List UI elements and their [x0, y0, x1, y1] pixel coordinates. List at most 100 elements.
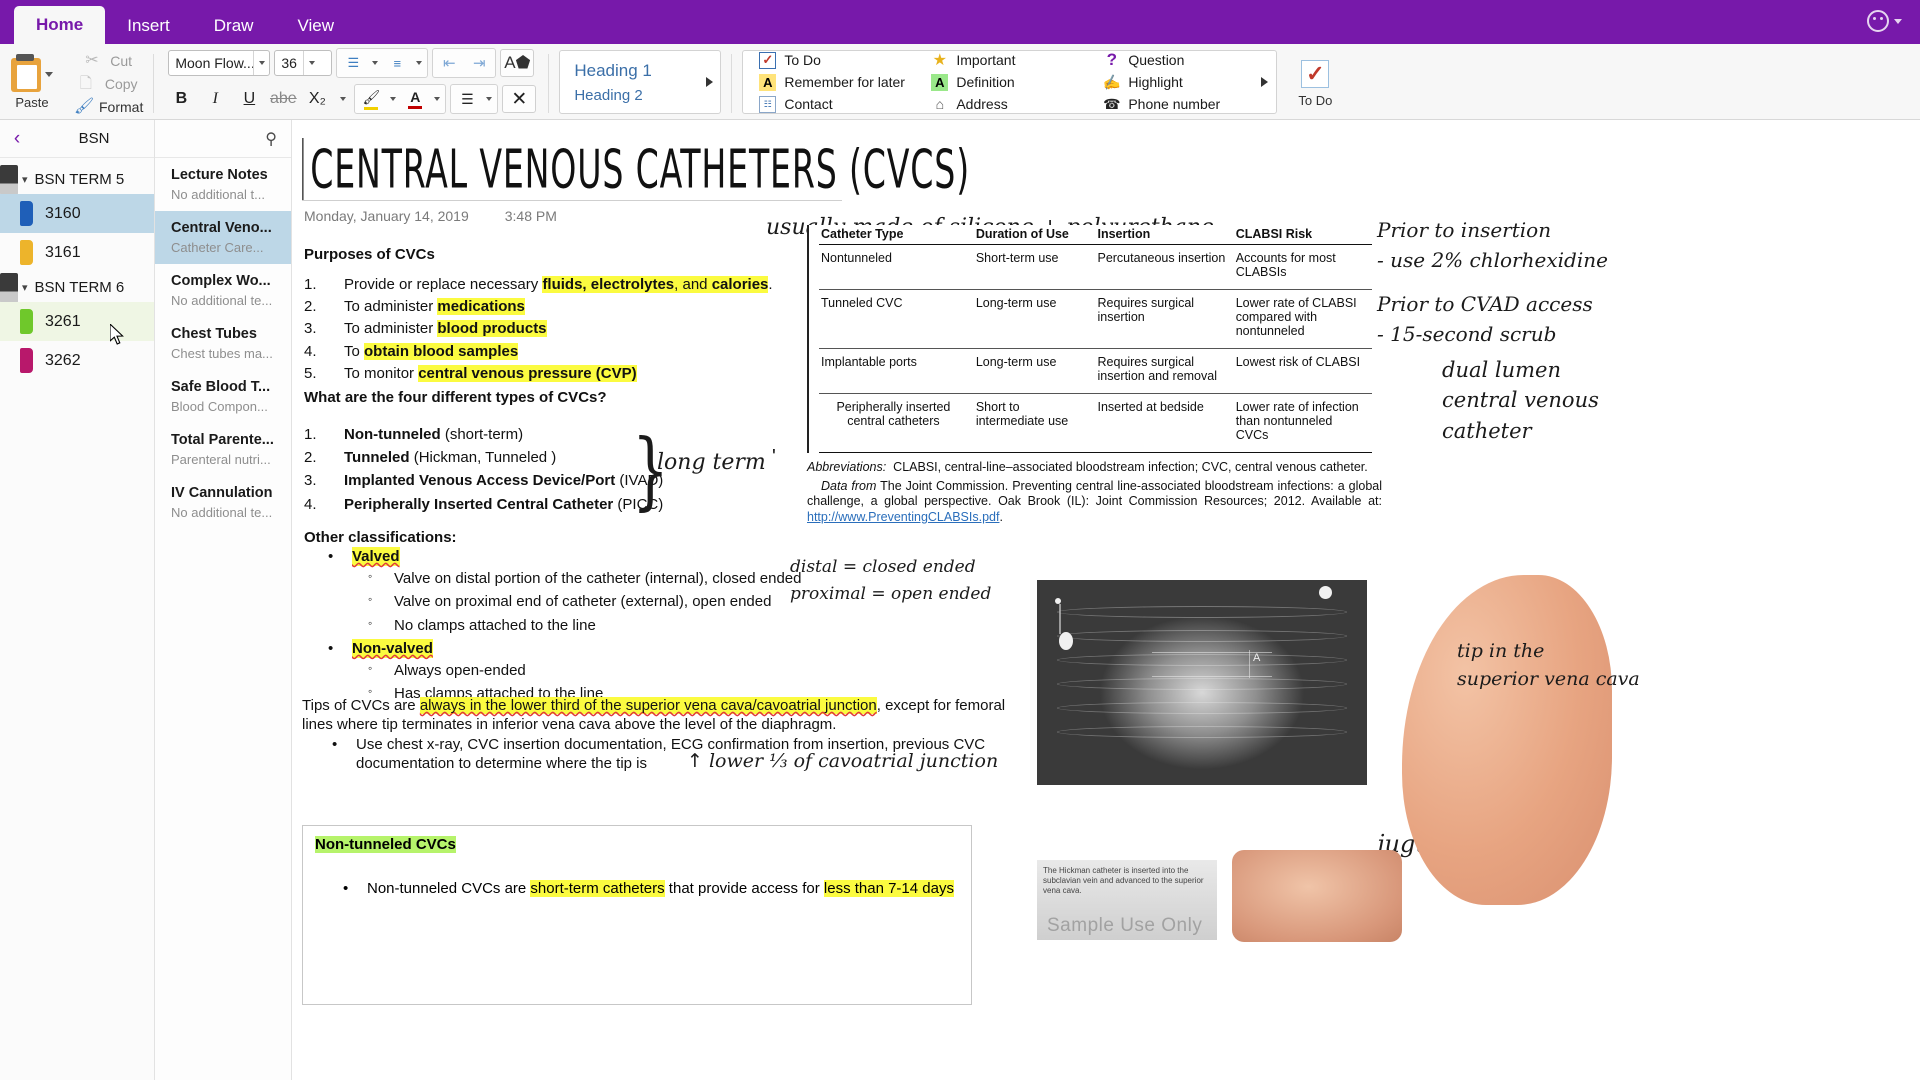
section-list: ▾ BSN TERM 5 3160 3161 ▾ BSN TERM 6 3261 [0, 158, 154, 1080]
increase-indent-button[interactable]: ⇥ [464, 49, 494, 77]
page-subtitle: No additional te... [171, 505, 273, 520]
sidebar-item-3262[interactable]: 3262 [0, 341, 154, 380]
search-icon[interactable]: ⚲ [265, 129, 277, 149]
delete-button[interactable]: ✕ [502, 85, 537, 113]
page-list-item[interactable]: Total Parente... Parenteral nutri... [155, 423, 291, 476]
chevron-down-icon[interactable]: ▾ [22, 281, 28, 294]
subscript-dropdown[interactable] [336, 85, 350, 113]
page-subtitle: Blood Compon... [171, 399, 268, 414]
source-link[interactable]: http://www.PreventingCLABSIs.pdf [807, 510, 999, 524]
list-item: 4. To obtain blood samples [304, 342, 774, 361]
chevron-left-icon[interactable]: ‹ [0, 128, 34, 150]
numbered-list-dropdown[interactable] [412, 49, 426, 77]
section-group-bsn-term-6[interactable]: ▾ BSN TERM 6 [0, 272, 154, 303]
close-icon: ✕ [511, 88, 528, 110]
table-cell: Long-term use [973, 348, 1096, 394]
page-list-item[interactable]: Lecture Notes No additional t... [155, 158, 291, 211]
chevron-down-icon[interactable]: ▾ [22, 173, 28, 186]
anatomy-caption: dual lumen central venous catheter [1442, 355, 1599, 446]
font-name-combo[interactable]: Moon Flow... [168, 50, 271, 76]
note-time: 3:48 PM [504, 208, 557, 224]
list-item: ◦ Always open-ended [328, 661, 848, 680]
styles-gallery[interactable]: Heading 1 Heading 2 [559, 50, 722, 114]
watermark-text: Sample Use Only [1047, 915, 1203, 936]
clear-formatting-button[interactable]: A⬟ [500, 49, 535, 77]
tag-important[interactable]: ★ Important [931, 52, 1103, 69]
list-text: Non-tunneled CVCs are short-term cathete… [367, 880, 954, 897]
decrease-indent-button[interactable]: ⇤ [434, 49, 464, 77]
strikethrough-button[interactable]: abe [268, 85, 298, 113]
note-date: Monday, January 14, 2019 [304, 208, 469, 224]
table-row: Implantable ports Long-term use Requires… [819, 348, 1372, 394]
page-title-heading[interactable]: CENTRAL VENOUS CATHETERS (CVCS) [302, 138, 970, 201]
purposes-list: 1. Provide or replace necessary fluids, … [304, 275, 774, 386]
page-list-item[interactable]: IV Cannulation No additional te... [155, 476, 291, 529]
list-item: 2. To administer medications [304, 297, 774, 316]
subscript-button[interactable]: X₂ [302, 85, 332, 113]
format-label: Format [99, 98, 144, 115]
bulleted-list-dropdown[interactable] [368, 49, 382, 77]
bullet-icon: ◦ [368, 615, 373, 630]
to-do-tag-button[interactable]: ✓ To Do [1283, 48, 1347, 119]
table-row: Peripherally inserted central catheters … [819, 393, 1372, 453]
page-list-item[interactable]: Complex Wo... No additional te... [155, 264, 291, 317]
underline-button[interactable]: U [234, 85, 264, 113]
section-color-tab [20, 240, 33, 265]
numbered-list-button[interactable]: ≡ [382, 49, 412, 77]
sidebar-item-3160[interactable]: 3160 [0, 194, 154, 233]
font-color-dropdown[interactable] [430, 85, 444, 113]
chevron-down-icon[interactable] [302, 51, 321, 75]
tab-draw[interactable]: Draw [192, 8, 276, 44]
tab-home[interactable]: Home [14, 6, 106, 44]
tab-insert[interactable]: Insert [105, 8, 192, 44]
valved-label: Valved [352, 547, 400, 567]
page-list-item[interactable]: Chest Tubes Chest tubes ma... [155, 317, 291, 370]
tab-view[interactable]: View [275, 8, 356, 44]
note-canvas[interactable]: CENTRAL VENOUS CATHETERS (CVCS) Monday, … [292, 120, 1920, 1080]
highlight-color-button[interactable]: 🖌 [356, 85, 386, 113]
tag-address[interactable]: ⌂ Address [931, 96, 1103, 113]
styles-more-button[interactable] [698, 77, 720, 87]
tag-phone-number[interactable]: ☎ Phone number [1103, 96, 1275, 113]
bold-button[interactable]: B [166, 85, 196, 113]
copy-icon: 🗋 [79, 74, 92, 92]
tag-highlight[interactable]: ✍ Highlight [1102, 72, 1275, 91]
cut-label: Cut [110, 52, 133, 69]
style-heading-1[interactable]: Heading 1 [574, 61, 698, 81]
font-color-button[interactable]: A [400, 85, 430, 113]
sidebar-item-3161[interactable]: 3161 [0, 233, 154, 272]
align-button[interactable]: ☰ [452, 85, 482, 113]
page-list-item[interactable]: Central Veno... Catheter Care... [155, 211, 291, 264]
smiley-icon [1867, 10, 1889, 32]
tag-question[interactable]: ? Question [1103, 50, 1275, 69]
tag-remember-for-later[interactable]: A Remember for later [759, 73, 931, 91]
highlight-color-dropdown[interactable] [386, 85, 400, 113]
tag-contact[interactable]: ☷ Contact [759, 95, 931, 113]
tips-pre: Tips of CVCs are [302, 697, 420, 714]
bullet-icon: ◦ [368, 660, 373, 675]
table-cell: Lower rate of CLABSI compared with nontu… [1233, 289, 1372, 349]
tag-definition[interactable]: A Definition [931, 73, 1103, 91]
tag-label: Address [956, 96, 1008, 112]
paste-button[interactable]: Paste [0, 48, 64, 119]
format-painter-button[interactable]: 🖌 Format [74, 98, 143, 116]
cut-button[interactable]: ✂ Cut [85, 52, 132, 70]
copy-button[interactable]: 🗋 Copy [80, 75, 138, 93]
sidebar-item-3261[interactable]: 3261 [0, 302, 154, 345]
bulleted-list-button[interactable]: ☰ [338, 49, 368, 77]
italic-button[interactable]: I [200, 85, 230, 113]
section-group-bsn-term-5[interactable]: ▾ BSN TERM 5 [0, 164, 154, 195]
style-heading-2[interactable]: Heading 2 [574, 87, 698, 104]
non-tunneled-card: Non-tunneled CVCs • Non-tunneled CVCs ar… [302, 825, 972, 1005]
font-size-combo[interactable]: 36 [274, 50, 333, 76]
feedback-smiley-button[interactable] [1867, 10, 1902, 32]
page-list-item[interactable]: Safe Blood T... Blood Compon... [155, 370, 291, 423]
tags-gallery[interactable]: ✓ To Do A Remember for later ☷ Contact ★… [742, 50, 1278, 114]
section-label: 3262 [45, 351, 81, 369]
align-dropdown[interactable] [482, 85, 496, 113]
chevron-down-icon[interactable] [253, 51, 269, 75]
list-text: No clamps attached to the line [394, 616, 596, 634]
checkbox-icon: ✓ [1301, 59, 1330, 88]
tags-more-button[interactable] [1261, 77, 1269, 87]
tag-to-do[interactable]: ✓ To Do [759, 51, 931, 69]
